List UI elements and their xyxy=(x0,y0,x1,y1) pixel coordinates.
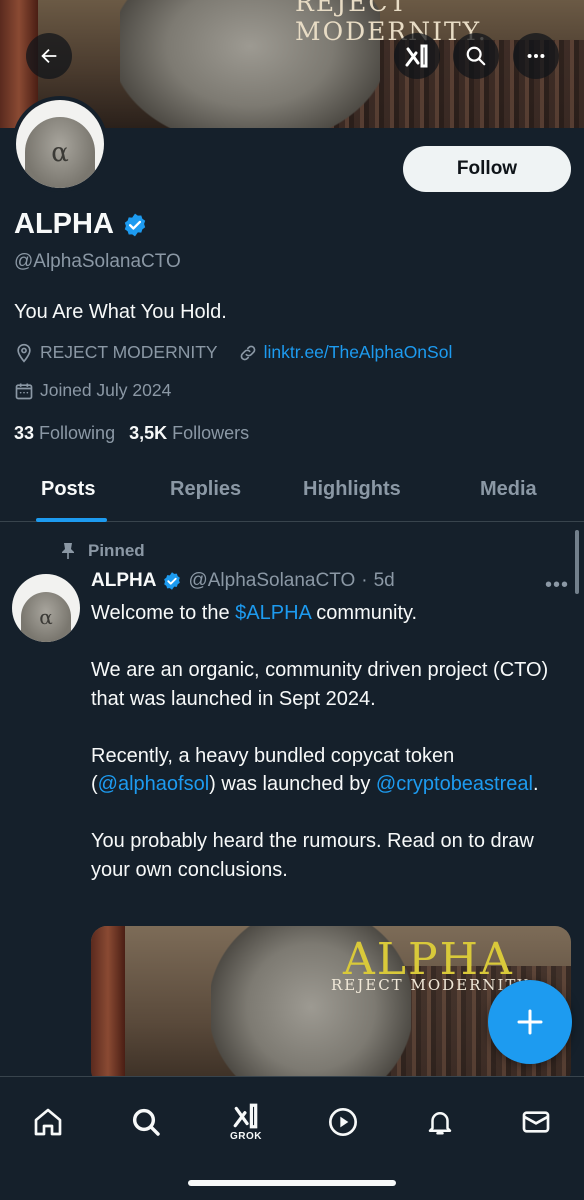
post-time[interactable]: 5d xyxy=(374,570,395,592)
more-button[interactable] xyxy=(513,33,559,79)
pinned-label: Pinned xyxy=(60,541,145,561)
avatar-glyph: α xyxy=(25,117,95,188)
tab-highlights[interactable]: Highlights xyxy=(303,478,401,501)
cashtag-link[interactable]: $ALPHA xyxy=(235,602,311,624)
bell-icon xyxy=(428,1112,452,1135)
location-text: REJECT MODERNITY xyxy=(40,342,218,362)
post-text: Welcome to the $ALPHA community. We are … xyxy=(91,599,561,913)
joined-text: Joined July 2024 xyxy=(40,380,172,400)
mail-icon xyxy=(522,1111,550,1133)
post-avatar[interactable]: α xyxy=(12,574,80,642)
profile-bio: You Are What You Hold. xyxy=(14,301,227,323)
post-author[interactable]: ALPHA xyxy=(91,570,156,592)
home-icon xyxy=(34,1108,62,1136)
mention-link-alphaofsol[interactable]: @alphaofsol xyxy=(98,773,209,795)
nav-grok[interactable]: GROK xyxy=(218,1094,274,1150)
profile-link[interactable]: linktr.ee/TheAlphaOnSol xyxy=(238,342,453,363)
location-icon xyxy=(17,343,31,363)
verified-badge-icon xyxy=(124,213,146,236)
search-icon xyxy=(466,46,486,66)
tab-posts[interactable]: Posts xyxy=(41,478,95,501)
plus-icon xyxy=(517,1009,543,1035)
video-icon xyxy=(329,1108,357,1136)
link-icon xyxy=(240,345,255,360)
nav-search[interactable] xyxy=(118,1094,174,1150)
following-link[interactable]: 33 Following xyxy=(14,423,115,444)
profile-meta-row: REJECT MODERNITY linktr.ee/TheAlphaOnSol xyxy=(14,342,452,363)
nav-notifications[interactable] xyxy=(412,1094,468,1150)
joined-row: Joined July 2024 xyxy=(14,380,171,401)
profile-name: ALPHA xyxy=(14,208,114,240)
more-icon xyxy=(527,53,545,59)
post-paragraph-4: You probably heard the rumours. Read on … xyxy=(91,830,534,881)
pin-icon xyxy=(62,543,74,559)
grok-nav-icon xyxy=(233,1103,258,1129)
post-paragraph-3: Recently, a heavy bundled copycat token … xyxy=(91,744,539,796)
nav-grok-label: GROK xyxy=(230,1131,262,1142)
grok-button[interactable] xyxy=(394,33,440,79)
compose-button[interactable] xyxy=(488,980,572,1064)
post-header: ALPHA @AlphaSolanaCTO · 5d xyxy=(91,570,395,592)
calendar-icon xyxy=(15,383,33,399)
post-handle[interactable]: @AlphaSolanaCTO xyxy=(188,570,355,592)
search-button[interactable] xyxy=(453,33,499,79)
follow-button[interactable]: Follow xyxy=(403,146,571,192)
home-indicator[interactable] xyxy=(188,1180,396,1186)
post-avatar-glyph: α xyxy=(21,592,71,642)
profile-tabs: Posts Replies Highlights Media xyxy=(0,460,584,522)
avatar[interactable]: α xyxy=(12,96,108,192)
location: REJECT MODERNITY xyxy=(14,342,218,363)
nav-messages[interactable] xyxy=(508,1094,564,1150)
tab-media[interactable]: Media xyxy=(480,478,537,501)
post-separator: · xyxy=(361,570,368,591)
profile-link-text[interactable]: linktr.ee/TheAlphaOnSol xyxy=(264,342,453,363)
mention-link-cryptobeastreal[interactable]: @cryptobeastreal xyxy=(376,773,533,795)
profile-name-row: ALPHA xyxy=(14,208,148,241)
back-arrow-icon xyxy=(41,48,57,64)
profile-handle: @AlphaSolanaCTO xyxy=(14,251,181,272)
tab-replies[interactable]: Replies xyxy=(170,478,241,501)
back-button[interactable] xyxy=(26,33,72,79)
grok-icon xyxy=(405,44,428,68)
verified-badge-icon xyxy=(164,572,181,590)
media-column xyxy=(91,926,125,1086)
search-nav-icon xyxy=(132,1108,160,1136)
nav-home[interactable] xyxy=(20,1094,76,1150)
active-tab-indicator xyxy=(36,518,107,522)
nav-video[interactable] xyxy=(315,1094,371,1150)
post-paragraph-2: We are an organic, community driven proj… xyxy=(91,659,549,710)
scrollbar[interactable] xyxy=(575,530,579,594)
post-more-button[interactable]: ••• xyxy=(545,574,569,597)
followers-link[interactable]: 3,5K Followers xyxy=(129,423,249,444)
post-paragraph-1: Welcome to the $ALPHA community. xyxy=(91,602,418,624)
follow-counts: 33 Following 3,5K Followers xyxy=(14,423,249,444)
